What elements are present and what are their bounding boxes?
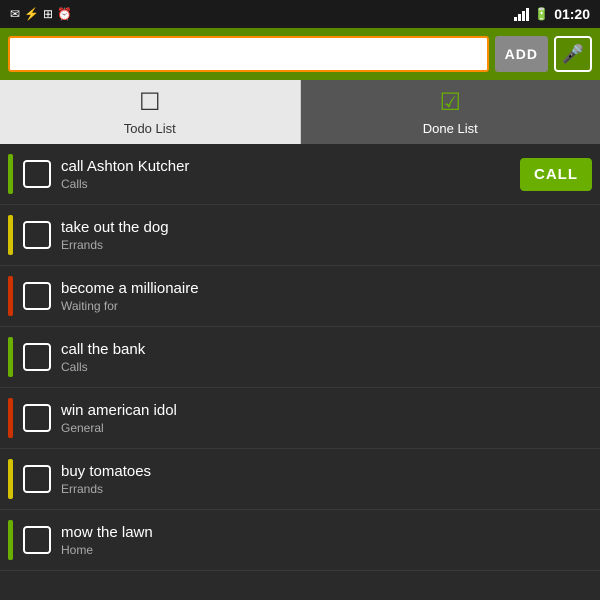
done-tab-label: Done List <box>423 121 478 136</box>
list-item: take out the dog Errands <box>0 205 600 266</box>
add-button[interactable]: ADD <box>495 36 548 72</box>
item-checkbox[interactable] <box>23 465 51 493</box>
item-text: call the bank Calls <box>61 341 592 374</box>
gmail-icon: ✉ <box>10 7 20 21</box>
item-text: call Ashton Kutcher Calls <box>61 158 510 191</box>
battery-icon: 🔋 <box>534 7 549 21</box>
done-tab-icon: ☑ <box>439 88 461 117</box>
search-input[interactable] <box>8 36 489 72</box>
list-item: call Ashton Kutcher Calls CALL <box>0 144 600 205</box>
app-icon: ⊞ <box>43 7 53 21</box>
item-text: become a millionaire Waiting for <box>61 280 592 313</box>
item-subtitle: Calls <box>61 177 510 191</box>
item-title: become a millionaire <box>61 280 592 297</box>
item-title: call Ashton Kutcher <box>61 158 510 175</box>
item-title: take out the dog <box>61 219 592 236</box>
priority-bar <box>8 337 13 377</box>
phone-container: ✉ ⚡ ⊞ ⏰ 🔋 01:20 ADD 🎤 ☐ Todo List <box>0 0 600 600</box>
item-checkbox[interactable] <box>23 343 51 371</box>
priority-bar <box>8 154 13 194</box>
status-bar: ✉ ⚡ ⊞ ⏰ 🔋 01:20 <box>0 0 600 28</box>
item-title: call the bank <box>61 341 592 358</box>
status-time: 01:20 <box>554 6 590 22</box>
alarm-icon: ⏰ <box>57 7 72 21</box>
status-icons-right: 🔋 01:20 <box>514 6 590 22</box>
item-title: mow the lawn <box>61 524 592 541</box>
tab-done[interactable]: ☑ Done List <box>301 80 600 144</box>
list-item: call the bank Calls <box>0 327 600 388</box>
todo-list: call Ashton Kutcher Calls CALL take out the… <box>0 144 600 600</box>
item-checkbox[interactable] <box>23 221 51 249</box>
item-subtitle: Waiting for <box>61 299 592 313</box>
mic-icon: 🎤 <box>562 44 584 65</box>
call-button[interactable]: CALL <box>520 158 592 191</box>
signal-bar-1 <box>514 17 517 21</box>
tabs: ☐ Todo List ☑ Done List <box>0 80 600 144</box>
priority-bar <box>8 459 13 499</box>
mic-button[interactable]: 🎤 <box>554 36 592 72</box>
signal-bar-4 <box>526 8 529 21</box>
todo-tab-icon: ☐ <box>139 88 161 117</box>
item-title: win american idol <box>61 402 592 419</box>
item-subtitle: Home <box>61 543 592 557</box>
list-item: become a millionaire Waiting for <box>0 266 600 327</box>
priority-bar <box>8 520 13 560</box>
signal-bars <box>514 7 529 21</box>
item-checkbox[interactable] <box>23 282 51 310</box>
item-checkbox[interactable] <box>23 404 51 432</box>
item-text: mow the lawn Home <box>61 524 592 557</box>
priority-bar <box>8 215 13 255</box>
item-subtitle: Errands <box>61 238 592 252</box>
tab-todo[interactable]: ☐ Todo List <box>0 80 301 144</box>
list-item: buy tomatoes Errands <box>0 449 600 510</box>
priority-bar <box>8 398 13 438</box>
item-subtitle: General <box>61 421 592 435</box>
item-subtitle: Errands <box>61 482 592 496</box>
todo-tab-label: Todo List <box>124 121 176 136</box>
priority-bar <box>8 276 13 316</box>
list-item: mow the lawn Home <box>0 510 600 571</box>
item-title: buy tomatoes <box>61 463 592 480</box>
item-checkbox[interactable] <box>23 526 51 554</box>
signal-bar-3 <box>522 11 525 21</box>
status-icons-left: ✉ ⚡ ⊞ ⏰ <box>10 7 72 21</box>
header: ADD 🎤 <box>0 28 600 80</box>
item-text: buy tomatoes Errands <box>61 463 592 496</box>
item-subtitle: Calls <box>61 360 592 374</box>
item-text: take out the dog Errands <box>61 219 592 252</box>
item-checkbox[interactable] <box>23 160 51 188</box>
item-text: win american idol General <box>61 402 592 435</box>
signal-bar-2 <box>518 14 521 21</box>
list-item: win american idol General <box>0 388 600 449</box>
usb-icon: ⚡ <box>24 7 39 21</box>
